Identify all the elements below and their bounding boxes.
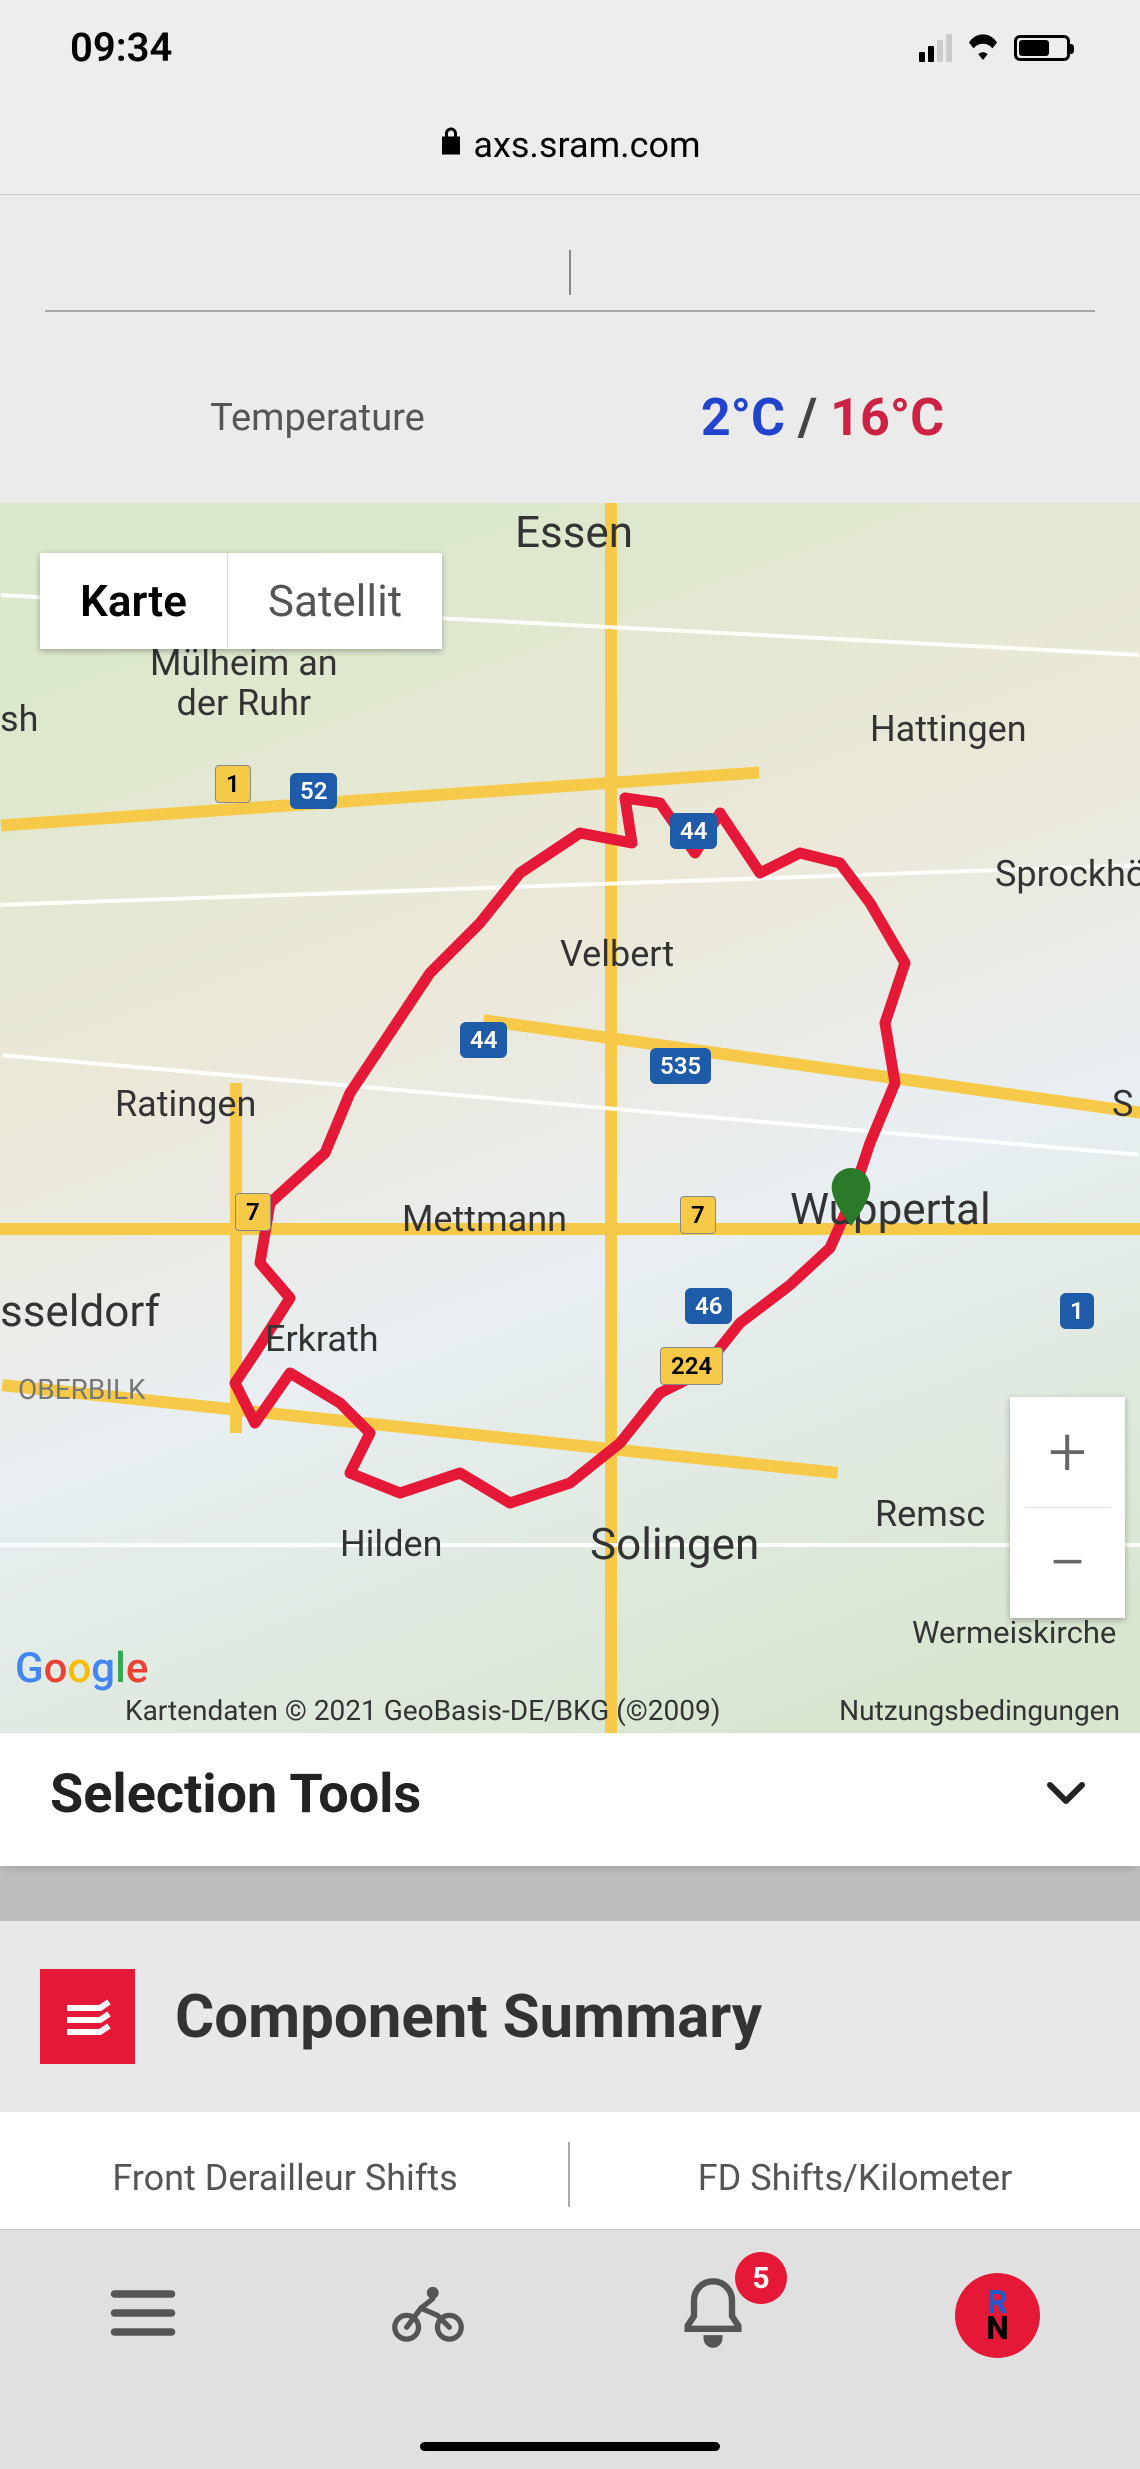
wifi-icon: [964, 32, 1002, 64]
road-shield-52: 52: [290, 773, 337, 809]
city-label-ratingen: Ratingen: [115, 1083, 256, 1125]
chevron-down-icon: [1042, 1769, 1090, 1821]
temperature-label: Temperature: [65, 396, 570, 440]
avatar-letter-n: N: [986, 2315, 1009, 2341]
road-shield-1b: 1: [1060, 1293, 1094, 1329]
city-label-sprockhoe: Sprockhö: [995, 853, 1140, 895]
zoom-out-button[interactable]: −: [1010, 1508, 1125, 1618]
browser-url-text: axs.sram.com: [473, 124, 700, 166]
signal-icon: [919, 34, 952, 62]
area-label-oberbilk: OBERBILK: [18, 1373, 146, 1406]
section-divider-vertical: [45, 250, 1095, 310]
road-shield-7a: 7: [235, 1193, 271, 1231]
nav-ride-button[interactable]: [285, 2230, 570, 2400]
city-label-essen: Essen: [515, 506, 633, 558]
city-label-remsc: Remsc: [875, 1493, 985, 1535]
hamburger-icon: [105, 2275, 181, 2355]
road-shield-46: 46: [685, 1288, 732, 1324]
city-label-wermelskirche: Wermeiskirche: [912, 1614, 1116, 1651]
city-label-solingen: Solingen: [590, 1518, 759, 1570]
zoom-control: + −: [1010, 1397, 1125, 1618]
temperature-min: 2°C: [701, 387, 785, 448]
route-start-marker: [830, 1168, 872, 1226]
city-label-dusseldorf: sseldorf: [0, 1285, 160, 1337]
city-label-hattingen: Hattingen: [870, 708, 1027, 750]
browser-url-bar[interactable]: axs.sram.com: [0, 95, 1140, 195]
city-label-erkrath: Erkrath: [265, 1318, 379, 1360]
sram-logo-icon: [40, 1969, 135, 2064]
map-terms-link[interactable]: Nutzungsbedingungen: [839, 1694, 1120, 1727]
city-label-mettmann: Mettmann: [402, 1198, 567, 1240]
temperature-values: 2°C / 16°C: [570, 387, 1075, 448]
city-label-sh: sh: [0, 698, 38, 740]
nav-menu-button[interactable]: [0, 2230, 285, 2400]
battery-icon: [1014, 35, 1070, 61]
road-shield-224: 224: [660, 1347, 723, 1385]
map-container[interactable]: Essen Mülheim ander Ruhr Hattingen Velbe…: [0, 503, 1140, 1733]
nav-profile-button[interactable]: R N: [855, 2230, 1140, 2400]
map-type-satellite-button[interactable]: Satellit: [228, 553, 442, 649]
city-label-hilden: Hilden: [340, 1523, 442, 1565]
zoom-in-button[interactable]: +: [1010, 1397, 1125, 1507]
road-shield-1a: 1: [215, 765, 251, 803]
notification-badge: 5: [735, 2252, 787, 2304]
temperature-section: Temperature 2°C / 16°C: [0, 195, 1140, 503]
lock-icon: [439, 126, 463, 163]
nav-notifications-button[interactable]: 5: [570, 2230, 855, 2400]
bottom-nav: 5 R N: [0, 2229, 1140, 2469]
status-bar: 09:34: [0, 0, 1140, 95]
city-label-s: S: [1112, 1083, 1133, 1125]
status-time: 09:34: [70, 24, 172, 71]
selection-tools-row[interactable]: Selection Tools: [0, 1733, 1140, 1866]
selection-tools-label: Selection Tools: [50, 1763, 421, 1826]
map-type-map-button[interactable]: Karte: [40, 553, 228, 649]
road-shield-535: 535: [650, 1048, 711, 1084]
component-summary-header: Component Summary: [0, 1921, 1140, 2112]
city-label-velbert: Velbert: [560, 933, 674, 975]
component-summary-title: Component Summary: [175, 1981, 762, 2052]
road-shield-44a: 44: [670, 813, 717, 849]
cyclist-icon: [390, 2275, 466, 2355]
section-gap: [0, 1866, 1140, 1921]
temperature-max: 16°C: [830, 387, 944, 448]
city-label-muelheim: Mülheim ander Ruhr: [150, 643, 338, 723]
map-attribution-text: Kartendaten © 2021 GeoBasis-DE/BKG (©200…: [125, 1694, 839, 1727]
temperature-separator: /: [785, 387, 830, 448]
status-icons: [919, 32, 1070, 64]
section-divider-horizontal: [45, 310, 1095, 312]
home-indicator[interactable]: [420, 2442, 720, 2451]
map-attribution: Kartendaten © 2021 GeoBasis-DE/BKG (©200…: [0, 1686, 1140, 1733]
city-label-wuppertal: Wuppertal: [790, 1183, 991, 1235]
road-shield-7b: 7: [680, 1196, 716, 1234]
road-shield-44b: 44: [460, 1022, 507, 1058]
avatar: R N: [955, 2273, 1040, 2358]
map-type-control: Karte Satellit: [40, 553, 442, 649]
